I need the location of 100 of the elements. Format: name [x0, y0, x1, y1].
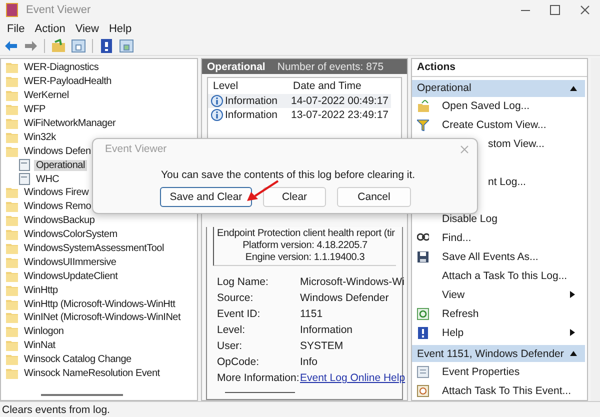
tree-item[interactable]: WindowsSystemAssessmentTool [22, 243, 166, 254]
forward-arrow-button[interactable] [22, 38, 39, 54]
command-item[interactable]: nt Log... [488, 176, 526, 188]
tree-item[interactable]: Operational [34, 160, 87, 171]
section-title: Event 1151, Windows Defender [417, 348, 564, 360]
tree-item[interactable]: WinHttp [22, 284, 60, 296]
folder-icon [6, 326, 18, 338]
folder-icon [6, 354, 18, 366]
field-label: Log Name: [217, 276, 270, 288]
command-item[interactable]: Find... [442, 232, 472, 244]
field-value: Info [300, 356, 319, 368]
field-value: Information [300, 324, 354, 336]
section-header[interactable]: Event 1151, Windows Defender [412, 345, 585, 362]
description-line: Endpoint Protection client health report (tir [217, 228, 393, 240]
column-header[interactable]: Level [208, 80, 289, 92]
tree-item[interactable]: WerKernel [22, 90, 71, 102]
command-item[interactable]: Help [442, 326, 464, 339]
folder-icon [6, 132, 18, 143]
refresh-icon [417, 308, 430, 320]
tree-item[interactable]: WER-Diagnostics [22, 62, 101, 74]
tree-item[interactable]: WindowsColorSystem [22, 229, 120, 240]
description-line: Engine version: 1.1.19400.3 [244, 252, 366, 264]
status-text: Clears events from log. [0, 401, 600, 417]
table-row[interactable]: Information 13-07-2022 23:49:17 [208, 108, 391, 122]
command-item[interactable]: stom View... [488, 138, 544, 150]
folder-icon [6, 368, 18, 380]
command-item[interactable]: Create Custom View... [442, 118, 546, 131]
field-value: SYSTEM [300, 340, 344, 352]
folder-icon [6, 243, 18, 254]
app-icon [6, 3, 18, 17]
column-header[interactable]: Date and Time [289, 80, 362, 92]
close-icon[interactable] [460, 144, 469, 154]
command-item[interactable]: Disable Log [442, 213, 498, 226]
tree-item[interactable]: Windows Remo [22, 201, 94, 212]
menu-item[interactable]: File [2, 22, 30, 34]
tree-item[interactable]: Winsock NameResolution Event [22, 368, 162, 380]
panel-button[interactable] [70, 38, 87, 54]
dialog-button[interactable]: Cancel [337, 187, 411, 207]
command-item[interactable]: Open Saved Log... [442, 100, 530, 112]
command-item[interactable]: View [442, 288, 465, 301]
dialog-button[interactable]: Clear [263, 187, 326, 207]
folder-icon [6, 76, 18, 88]
command-item[interactable]: Refresh [442, 308, 479, 320]
command-item[interactable]: Event Properties [442, 366, 520, 378]
help-icon [417, 326, 430, 339]
tree-item[interactable]: WinNat [22, 340, 58, 352]
folder-icon [6, 90, 18, 102]
log-icon [19, 173, 30, 186]
tree-item[interactable]: WindowsUpdateClient [22, 270, 120, 282]
folder-icon [6, 284, 18, 296]
folder-icon [6, 229, 18, 240]
folder-icon [6, 104, 18, 116]
section-title: Operational [417, 82, 472, 94]
folder-button[interactable] [50, 38, 67, 54]
collapse-icon[interactable] [570, 351, 577, 356]
panel-button[interactable] [118, 38, 135, 54]
tree-item[interactable]: WindowsBackup [22, 215, 97, 226]
tree-item[interactable]: WHC [34, 174, 62, 185]
folder-icon [6, 146, 18, 157]
tree-item[interactable]: Winlogon [22, 326, 66, 338]
tree-item[interactable]: WinINet (Microsoft-Windows-WinINet [22, 312, 183, 324]
log-title: Operational [207, 60, 266, 72]
command-item[interactable]: Attach Task To This Event... [442, 384, 571, 397]
menu-item[interactable]: View [70, 22, 104, 34]
field-label: Event ID: [217, 308, 262, 320]
dialog-button[interactable]: Save and Clear [160, 187, 252, 207]
event-count: Number of events: 875 [277, 60, 384, 72]
description-line: Platform version: 4.18.2205.7 [242, 240, 368, 252]
menu-item[interactable]: Action [30, 22, 70, 34]
scrollbar-thumb[interactable] [41, 394, 123, 396]
field-label: Level: [217, 324, 246, 336]
table-row[interactable]: Information 14-07-2022 00:49:17 [208, 94, 391, 108]
tree-item[interactable]: Windows Defen [22, 146, 93, 157]
tree-item[interactable]: Winsock Catalog Change [22, 354, 134, 366]
field-value: Windows Defender [300, 292, 390, 304]
folder-icon [6, 62, 18, 74]
folder-icon [6, 312, 18, 324]
folder-icon [6, 118, 18, 129]
menu-item[interactable]: Help [104, 22, 137, 34]
task-icon [417, 384, 430, 397]
tree-item[interactable]: Windows Firew [22, 187, 91, 198]
command-item[interactable]: Save All Events As... [442, 251, 538, 264]
tree-item[interactable]: WER-PayloadHealth [22, 76, 114, 88]
funnel-icon [417, 118, 430, 131]
section-header[interactable]: Operational [412, 80, 585, 97]
tree-item[interactable]: WiFiNetworkManager [22, 118, 118, 129]
help-link[interactable]: Event Log Online Help [300, 372, 406, 384]
tree-item[interactable]: WinHttp (Microsoft-Windows-WinHtt [22, 298, 178, 310]
table-cell-text: 14-07-2022 00:49:17 [290, 95, 388, 107]
window-title: Event Viewer [26, 4, 92, 16]
command-item[interactable]: Attach a Task To this Log... [442, 270, 568, 282]
tree-item[interactable]: WindowsUIImmersive [22, 256, 118, 268]
table-cell-text: 13-07-2022 23:49:17 [290, 109, 388, 121]
collapse-icon[interactable] [570, 86, 577, 91]
actions-title: Actions [412, 59, 587, 77]
dialog-message: You can save the contents of this log before clearing it. [160, 169, 416, 181]
log-icon [19, 159, 30, 172]
tree-item[interactable]: WFP [22, 104, 48, 116]
tree-item[interactable]: Win32k [22, 132, 58, 143]
help-button[interactable] [98, 38, 115, 54]
